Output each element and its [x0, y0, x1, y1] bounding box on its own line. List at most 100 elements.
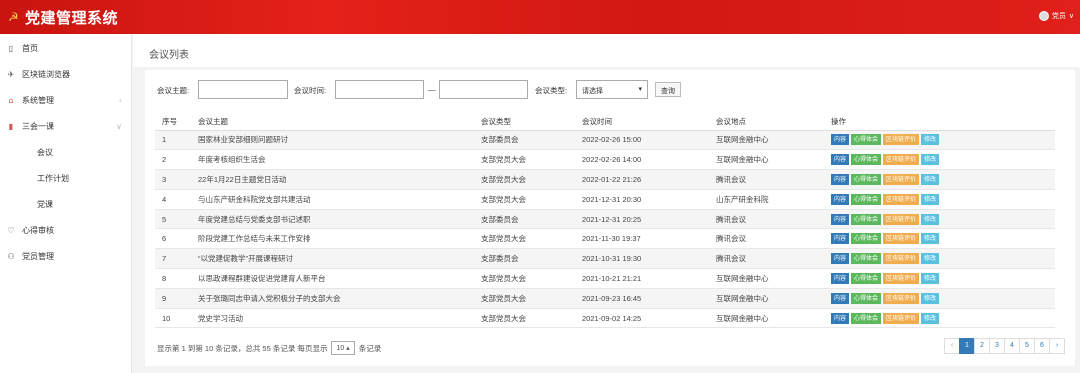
cell-type: 支部委员会	[481, 130, 582, 151]
prev-page-button[interactable]: ‹	[944, 338, 960, 354]
edit-button[interactable]: 修改	[921, 154, 940, 166]
page-title: 会议列表	[149, 50, 189, 61]
content-button[interactable]: 内容	[831, 193, 850, 205]
table-row[interactable]: 8 以思政课程群建设促进党建育人新平台 支部党员大会 2021-10-21 21:21…	[155, 268, 1055, 289]
page-size-select[interactable]: 10 ▴	[331, 341, 355, 355]
page-button[interactable]: 1	[959, 338, 975, 354]
blockchain-review-button[interactable]: 区块链评价	[883, 154, 920, 166]
col-header-topic[interactable]: 会议主题	[198, 114, 481, 131]
table-row[interactable]: 3 22年1月22日主题党日活动 支部党员大会 2022-01-22 21:26 腾讯会…	[155, 169, 1055, 190]
page-button[interactable]: 4	[1004, 338, 1020, 354]
sidebar-item-members[interactable]: ⚇ 党员管理	[0, 249, 132, 263]
content-button[interactable]: 内容	[831, 272, 850, 284]
edit-button[interactable]: 修改	[921, 312, 940, 324]
sidebar-item-system-management[interactable]: ⌂ 系统管理 ‹	[0, 93, 132, 107]
sidebar-item-meetings-group[interactable]: ▮ 三会一课 ∨	[0, 119, 132, 133]
cell-actions: 内容 心得体会 区块链评价 修改	[831, 169, 1055, 190]
content-button[interactable]: 内容	[831, 154, 850, 166]
edit-button[interactable]: 修改	[921, 233, 940, 245]
sidebar-item-blockchain-explorer[interactable]: ✈ 区块链浏览器	[0, 67, 132, 81]
edit-button[interactable]: 修改	[921, 193, 940, 205]
edit-button[interactable]: 修改	[921, 272, 940, 284]
house-icon: ⌂	[8, 95, 14, 105]
next-page-button[interactable]: ›	[1049, 338, 1065, 354]
page-button[interactable]: 2	[974, 338, 990, 354]
col-header-time[interactable]: 会议时间	[582, 114, 716, 131]
cell-actions: 内容 心得体会 区块链评价 修改	[831, 130, 1055, 151]
page-button[interactable]: 3	[989, 338, 1005, 354]
experience-button[interactable]: 心得体会	[851, 134, 882, 146]
sidebar-item-review[interactable]: ♡ 心得审核	[0, 223, 132, 237]
content-button[interactable]: 内容	[831, 134, 850, 146]
blockchain-review-button[interactable]: 区块链评价	[883, 173, 920, 185]
cell-actions: 内容 心得体会 区块链评价 修改	[831, 209, 1055, 230]
edit-button[interactable]: 修改	[921, 253, 940, 265]
edit-button[interactable]: 修改	[921, 292, 940, 304]
chevron-left-icon: ‹	[118, 95, 122, 105]
blockchain-review-button[interactable]: 区块链评价	[883, 193, 920, 205]
query-button[interactable]: 查询	[655, 82, 681, 97]
table-row[interactable]: 5 年度党建总结与党委支部书记述职 支部委员会 2021-12-31 20:25 腾讯会…	[155, 209, 1055, 230]
cell-index: 4	[155, 189, 198, 210]
chevron-down-icon: ▾	[638, 85, 642, 93]
cell-time: 2021-12-31 20:30	[582, 189, 716, 210]
edit-button[interactable]: 修改	[921, 213, 940, 225]
cell-topic: “以党建促教学”开展课程研讨	[198, 248, 481, 270]
sidebar-item-home[interactable]: ▯ 首页	[0, 41, 132, 55]
col-header-location[interactable]: 会议地点	[716, 114, 831, 131]
col-header-type[interactable]: 会议类型	[481, 114, 582, 131]
experience-button[interactable]: 心得体会	[851, 292, 882, 304]
pagination: ‹ 1 2 3 4 5 6 ›	[944, 338, 1065, 354]
experience-button[interactable]: 心得体会	[851, 272, 882, 284]
table-row[interactable]: 10 党史学习活动 支部党员大会 2021-09-02 14:25 互联网金融中心 内容心…	[155, 308, 1055, 329]
meeting-type-select[interactable]: 请选择 ▾	[576, 80, 648, 99]
table-row[interactable]: 9 关于张璐同志申请入党积极分子的支部大会 支部党员大会 2021-09-23 16:…	[155, 288, 1055, 309]
cell-actions: 内容 心得体会 区块链评价 修改	[831, 308, 1055, 329]
blockchain-review-button[interactable]: 区块链评价	[883, 292, 920, 304]
experience-button[interactable]: 心得体会	[851, 253, 882, 265]
sidebar-subitem-work-plan[interactable]: 工作计划	[0, 171, 132, 185]
user-menu[interactable]: 党员 ∨	[1038, 11, 1074, 21]
page-button[interactable]: 6	[1034, 338, 1050, 354]
content-button[interactable]: 内容	[831, 173, 850, 185]
start-time-input[interactable]	[335, 80, 424, 99]
blockchain-review-button[interactable]: 区块链评价	[883, 213, 920, 225]
content-button[interactable]: 内容	[831, 253, 850, 265]
blockchain-review-button[interactable]: 区块链评价	[883, 134, 920, 146]
cell-actions: 内容 心得体会 区块链评价 修改	[831, 288, 1055, 309]
page-button[interactable]: 5	[1019, 338, 1035, 354]
experience-button[interactable]: 心得体会	[851, 213, 882, 225]
experience-button[interactable]: 心得体会	[851, 312, 882, 324]
experience-button[interactable]: 心得体会	[851, 233, 882, 245]
blockchain-review-button[interactable]: 区块链评价	[883, 272, 920, 284]
experience-button[interactable]: 心得体会	[851, 154, 882, 166]
end-time-input[interactable]	[439, 80, 528, 99]
content-button[interactable]: 内容	[831, 213, 850, 225]
content-button[interactable]: 内容	[831, 312, 850, 324]
cell-location: 山东产研金科院	[716, 189, 831, 210]
table-row[interactable]: 4 与山东产研金科院党支部共建活动 支部党员大会 2021-12-31 20:30 山东…	[155, 189, 1055, 210]
edit-button[interactable]: 修改	[921, 173, 940, 185]
top-header: ☭ 党建管理系统 党员 ∨	[0, 0, 1080, 34]
blockchain-review-button[interactable]: 区块链评价	[883, 253, 920, 265]
content-button[interactable]: 内容	[831, 233, 850, 245]
blockchain-review-button[interactable]: 区块链评价	[883, 233, 920, 245]
cell-time: 2021-10-21 21:21	[582, 268, 716, 289]
table-row[interactable]: 7 “以党建促教学”开展课程研讨 支部委员会 2021-10-31 19:30 腾讯会议…	[155, 248, 1055, 270]
topic-input[interactable]	[198, 80, 288, 99]
col-header-index[interactable]: 序号	[155, 114, 198, 131]
blockchain-review-button[interactable]: 区块链评价	[883, 312, 920, 324]
cell-location: 互联网金融中心	[716, 149, 831, 171]
experience-button[interactable]: 心得体会	[851, 173, 882, 185]
table-row[interactable]: 2 年度考核组织生活会 支部党员大会 2022-02-26 14:00 互联网金融中心内…	[155, 149, 1055, 171]
app-logo[interactable]: ☭ 党建管理系统	[8, 8, 118, 27]
sidebar-subitem-label: 工作计划	[37, 173, 69, 183]
sidebar-subitem-party-lesson[interactable]: 党课	[0, 197, 132, 211]
content-button[interactable]: 内容	[831, 292, 850, 304]
cell-type: 支部党员大会	[481, 288, 582, 309]
sidebar-subitem-meeting[interactable]: 会议	[0, 145, 132, 159]
edit-button[interactable]: 修改	[921, 134, 940, 146]
table-row[interactable]: 1 国家林业安部细则问题研讨 支部委员会 2022-02-26 15:00 互联网金融中…	[155, 130, 1055, 151]
table-row[interactable]: 6 阶段党建工作总结与未来工作安排 支部党员大会 2021-11-30 19:37 腾讯…	[155, 228, 1055, 250]
experience-button[interactable]: 心得体会	[851, 193, 882, 205]
